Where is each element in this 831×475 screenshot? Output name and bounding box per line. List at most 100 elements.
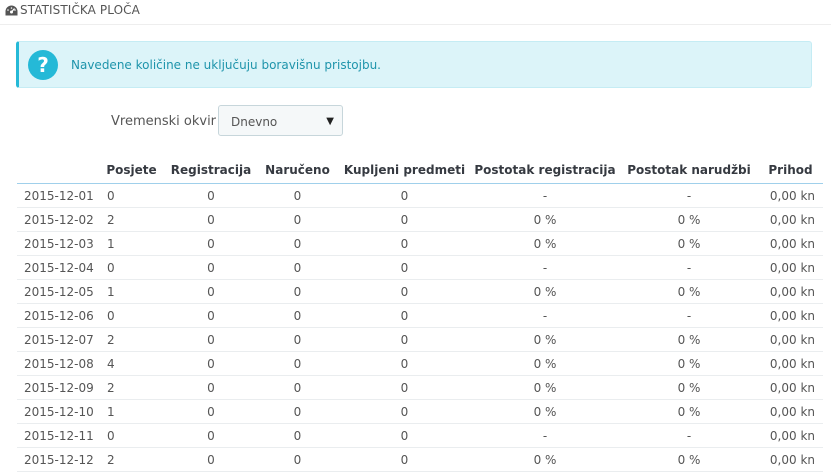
cell-registrations: 0 [166, 423, 256, 448]
cell-order-rate: - [620, 183, 758, 208]
cell-registration-rate: 0 % [470, 231, 620, 256]
cell-orders: 0 [256, 303, 339, 328]
time-range-value: Dnevno [231, 115, 278, 129]
cell-items-bought: 0 [339, 207, 470, 232]
cell-registration-rate: 0 % [470, 375, 620, 400]
cell-items-bought: 0 [339, 303, 470, 328]
column-header-registration-rate: Postotak registracija [470, 157, 620, 184]
table-row: 2015-12-02 2 0 0 0 0 % 0 % 0,00 kn [17, 207, 823, 232]
cell-registrations: 0 [166, 303, 256, 328]
cell-registration-rate: 0 % [470, 447, 620, 472]
cell-revenue: 0,00 kn [758, 255, 823, 280]
time-range-select[interactable]: Dnevno ▼ [218, 105, 343, 136]
cell-visits: 0 [97, 303, 166, 328]
cell-orders: 0 [256, 279, 339, 304]
table-row: 2015-12-12 2 0 0 0 0 % 0 % 0,00 kn [17, 447, 823, 472]
cell-revenue: 0,00 kn [758, 207, 823, 232]
cell-registrations: 0 [166, 447, 256, 472]
cell-order-rate: 0 % [620, 399, 758, 424]
svg-text:?: ? [37, 53, 49, 77]
cell-registrations: 0 [166, 399, 256, 424]
cell-visits: 4 [97, 351, 166, 376]
cell-revenue: 0,00 kn [758, 303, 823, 328]
table-row: 2015-12-06 0 0 0 0- -0,00 kn [17, 303, 823, 328]
cell-items-bought: 0 [339, 327, 470, 352]
cell-orders: 0 [256, 351, 339, 376]
table-row: 2015-12-03 1 0 0 0 0 % 0 % 0,00 kn [17, 231, 823, 256]
cell-date: 2015-12-05 [17, 279, 97, 304]
table-row: 2015-12-09 2 0 0 0 0 % 0 % 0,00 kn [17, 375, 823, 400]
cell-registration-rate: 0 % [470, 207, 620, 232]
cell-registration-rate: - [470, 303, 620, 328]
cell-orders: 0 [256, 255, 339, 280]
page-title: Statistička ploča [20, 3, 140, 17]
tachometer-icon [5, 5, 18, 16]
cell-revenue: 0,00 kn [758, 279, 823, 304]
column-header-orders: Naručeno [256, 157, 339, 184]
question-circle-icon: ? [28, 50, 58, 80]
cell-orders: 0 [256, 327, 339, 352]
cell-registration-rate: - [470, 423, 620, 448]
cell-items-bought: 0 [339, 351, 470, 376]
column-header-items-bought: Kupljeni predmeti [339, 157, 470, 184]
table-row: 2015-12-04 0 0 0 0- -0,00 kn [17, 255, 823, 280]
cell-registrations: 0 [166, 351, 256, 376]
cell-registrations: 0 [166, 327, 256, 352]
table-row: 2015-12-11 0 0 0 0- -0,00 kn [17, 423, 823, 448]
cell-registration-rate: 0 % [470, 327, 620, 352]
cell-order-rate: 0 % [620, 375, 758, 400]
cell-items-bought: 0 [339, 423, 470, 448]
cell-items-bought: 0 [339, 255, 470, 280]
column-header-revenue: Prihod [758, 157, 823, 184]
table-header-row: Posjete Registracija Naručeno Kupljeni p… [17, 157, 823, 184]
cell-items-bought: 0 [339, 183, 470, 208]
stats-table: Posjete Registracija Naručeno Kupljeni p… [17, 157, 823, 472]
table-row: 2015-12-08 4 0 0 0 0 % 0 % 0,00 kn [17, 351, 823, 376]
cell-visits: 0 [97, 183, 166, 208]
info-alert: ? Navedene količine ne uključuju boraviš… [16, 41, 812, 88]
cell-revenue: 0,00 kn [758, 183, 823, 208]
cell-revenue: 0,00 kn [758, 231, 823, 256]
cell-orders: 0 [256, 207, 339, 232]
cell-visits: 1 [97, 231, 166, 256]
table-row: 2015-12-07 2 0 0 0 0 % 0 % 0,00 kn [17, 327, 823, 352]
cell-visits: 2 [97, 447, 166, 472]
cell-visits: 0 [97, 255, 166, 280]
panel-heading: Statistička ploča [0, 0, 831, 25]
table-row: 2015-12-01 0 0 0 0- -0,00 kn [17, 183, 823, 208]
cell-registrations: 0 [166, 279, 256, 304]
cell-visits: 0 [97, 423, 166, 448]
column-header-order-rate: Postotak narudžbi [620, 157, 758, 184]
cell-visits: 2 [97, 375, 166, 400]
cell-order-rate: - [620, 255, 758, 280]
cell-date: 2015-12-02 [17, 207, 97, 232]
cell-orders: 0 [256, 231, 339, 256]
cell-orders: 0 [256, 399, 339, 424]
table-row: 2015-12-05 1 0 0 0 0 % 0 % 0,00 kn [17, 279, 823, 304]
cell-registrations: 0 [166, 183, 256, 208]
cell-registrations: 0 [166, 255, 256, 280]
cell-order-rate: 0 % [620, 351, 758, 376]
column-header-registrations: Registracija [166, 157, 256, 184]
cell-order-rate: 0 % [620, 279, 758, 304]
cell-items-bought: 0 [339, 231, 470, 256]
cell-revenue: 0,00 kn [758, 399, 823, 424]
cell-registrations: 0 [166, 375, 256, 400]
cell-date: 2015-12-06 [17, 303, 97, 328]
cell-date: 2015-12-09 [17, 375, 97, 400]
cell-registrations: 0 [166, 231, 256, 256]
cell-date: 2015-12-11 [17, 423, 97, 448]
cell-registration-rate: - [470, 255, 620, 280]
column-header-visits: Posjete [97, 157, 166, 184]
cell-order-rate: 0 % [620, 207, 758, 232]
cell-order-rate: - [620, 423, 758, 448]
cell-items-bought: 0 [339, 399, 470, 424]
time-range-label: Vremenski okvir [111, 114, 217, 129]
cell-date: 2015-12-01 [17, 183, 97, 208]
alert-message: Navedene količine ne uključuju boravišnu… [71, 58, 381, 72]
cell-date: 2015-12-03 [17, 231, 97, 256]
cell-registrations: 0 [166, 207, 256, 232]
cell-visits: 2 [97, 327, 166, 352]
table-row: 2015-12-10 1 0 0 0 0 % 0 % 0,00 kn [17, 399, 823, 424]
caret-down-icon: ▼ [326, 116, 334, 127]
